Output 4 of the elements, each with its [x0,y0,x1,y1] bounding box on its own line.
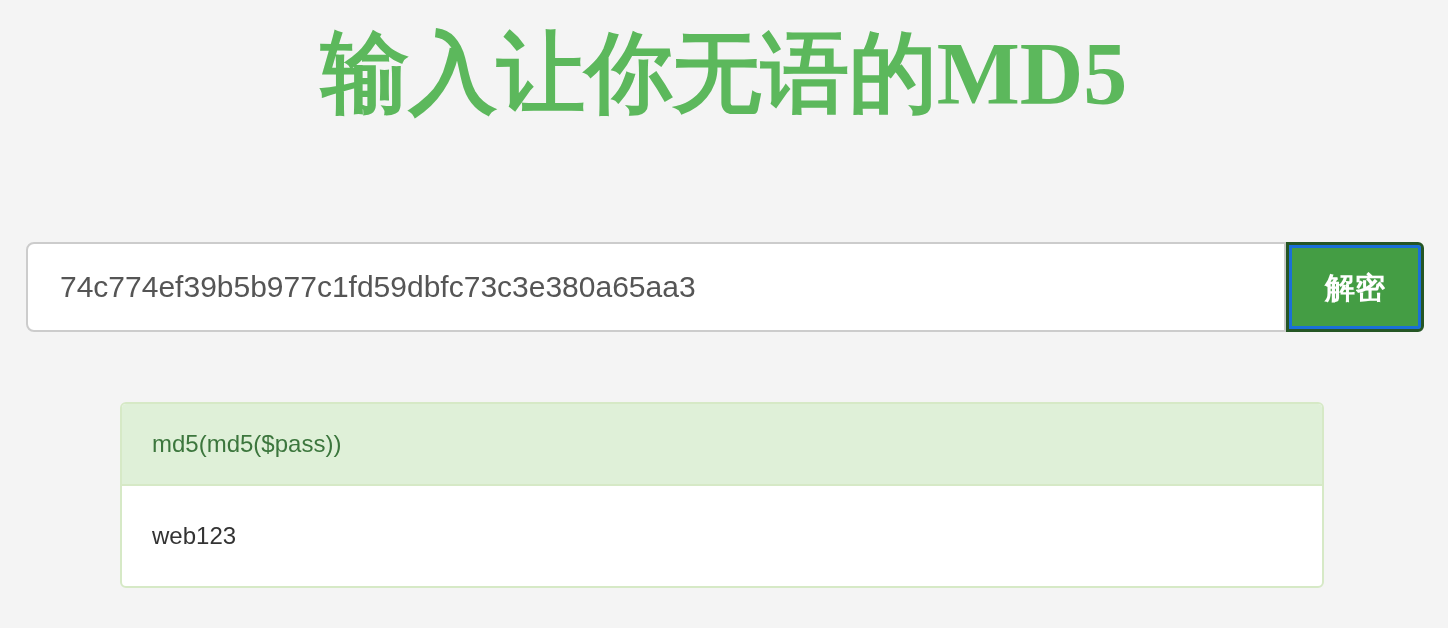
hash-input-field[interactable]: 74c774ef39b5b977c1fd59dbfc73c3e380a65aa3 [26,242,1286,332]
page-title: 输入让你无语的MD5 [320,24,1128,124]
hash-type: md5(md5($pass)) [152,429,342,459]
plaintext-result: web123 [152,521,237,551]
